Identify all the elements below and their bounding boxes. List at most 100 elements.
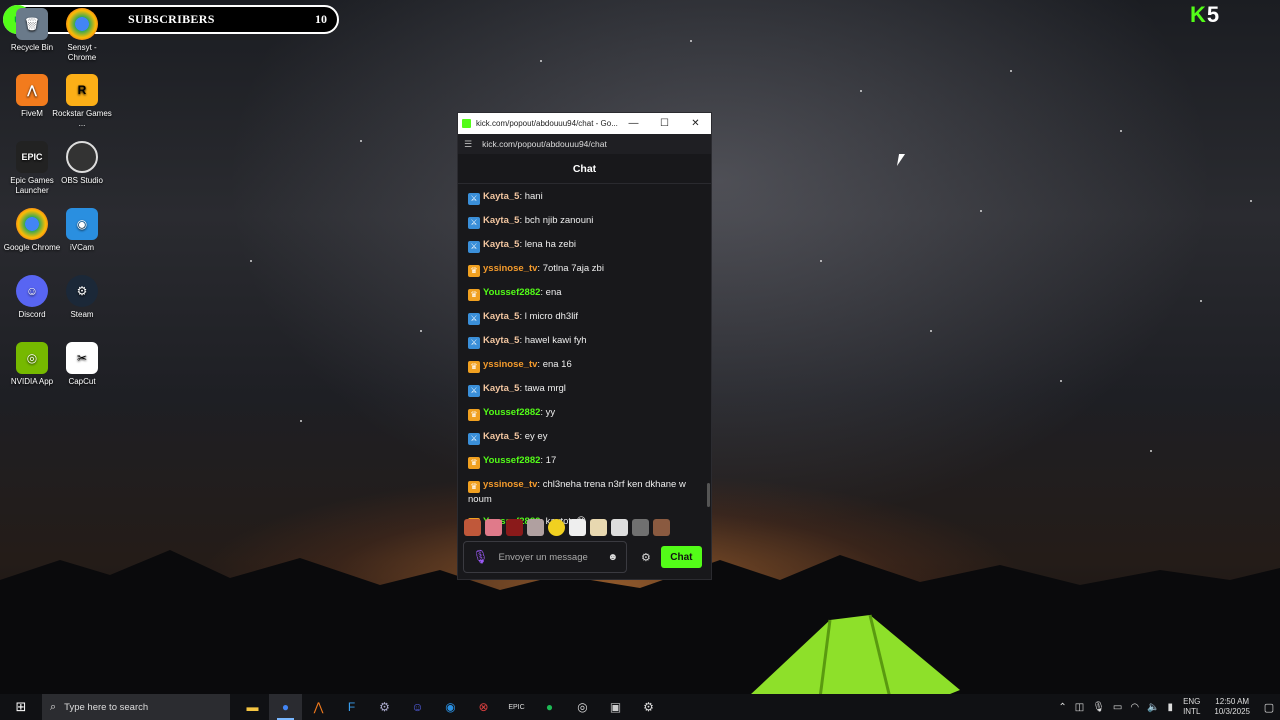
- moderator-badge-icon: ⚔: [468, 193, 480, 205]
- emote-icon[interactable]: [569, 519, 586, 536]
- emote-icon[interactable]: [464, 519, 481, 536]
- settings-taskbar-icon[interactable]: ⚙: [632, 694, 665, 720]
- taskbar-search[interactable]: ⌕ Type here to search: [42, 694, 230, 720]
- vip-crown-badge-icon: ♛: [468, 409, 480, 421]
- moderator-badge-icon: ⚔: [468, 217, 480, 229]
- microphone-icon[interactable]: 🎙: [472, 549, 489, 565]
- emote-icon[interactable]: [548, 519, 565, 536]
- search-icon: ⌕: [50, 700, 57, 713]
- desktop-icon-sensyt-chrome[interactable]: Sensyt - Chrome: [52, 8, 112, 63]
- maximize-icon[interactable]: ☐: [649, 118, 680, 129]
- epic-taskbar-icon[interactable]: EPIC: [500, 694, 533, 720]
- rockstar-taskbar-icon[interactable]: ⊗: [467, 694, 500, 720]
- desktop-icon-label: Sensyt - Chrome: [67, 43, 97, 62]
- obs-taskbar-icon[interactable]: ◎: [566, 694, 599, 720]
- microphone-tray-icon[interactable]: 🎙: [1092, 702, 1105, 713]
- emote-icon[interactable]: [653, 519, 670, 536]
- site-settings-icon[interactable]: ☰: [464, 139, 472, 150]
- mouse-cursor-icon: [896, 154, 912, 166]
- volume-icon[interactable]: 🔈: [1147, 702, 1159, 713]
- desktop-icon-label: FiveM: [21, 109, 43, 118]
- emote-icon[interactable]: [590, 519, 607, 536]
- url-text: kick.com/popout/abdouuu94/chat: [482, 139, 607, 149]
- chat-username[interactable]: Youssef2882: [483, 407, 540, 418]
- chat-scrollbar[interactable]: [707, 483, 710, 507]
- desktop-icon-label: Rockstar Games ...: [52, 109, 112, 128]
- frame-app-taskbar-icon[interactable]: F: [335, 694, 368, 720]
- chat-message-text: hawel kawi fyh: [524, 335, 587, 346]
- chat-username[interactable]: Youssef2882: [483, 287, 540, 298]
- notifications-icon[interactable]: ▢: [1258, 701, 1280, 714]
- chrome-taskbar-icon[interactable]: ●: [269, 694, 302, 720]
- file-explorer-icon[interactable]: ▬: [236, 694, 269, 720]
- app-taskbar-icon[interactable]: ▣: [599, 694, 632, 720]
- chat-message-text: 17: [545, 455, 557, 466]
- chat-username[interactable]: yssinose_tv: [483, 263, 537, 274]
- chat-username[interactable]: Kayta_5: [483, 215, 519, 226]
- desktop-icon-label: NVIDIA App: [10, 377, 54, 386]
- keyboard-layout: INTL: [1183, 707, 1201, 716]
- desktop-icon-capcut[interactable]: ✂ CapCut: [52, 342, 112, 387]
- chevron-up-icon[interactable]: ⌃: [1058, 702, 1066, 713]
- desktop-icon-steam[interactable]: ⚙ Steam: [52, 275, 112, 320]
- chat-username[interactable]: Kayta_5: [483, 335, 519, 346]
- desktop-icon-ivcam[interactable]: ◉ iVCam: [52, 208, 112, 253]
- steam-taskbar-icon[interactable]: ⚙: [368, 694, 401, 720]
- vip-crown-badge-icon: ♛: [468, 481, 480, 493]
- window-titlebar[interactable]: kick.com/popout/abdouuu94/chat - Go... —…: [458, 113, 711, 134]
- emote-icon[interactable]: [611, 519, 628, 536]
- clock[interactable]: 12:50 AM 10/3/2025: [1214, 697, 1250, 717]
- battery-icon[interactable]: ▮: [1168, 702, 1174, 713]
- desktop-icon-label: OBS Studio: [61, 176, 103, 185]
- chat-message: ♛ Youssef2882: yy: [468, 406, 701, 421]
- emote-icon[interactable]: [485, 519, 502, 536]
- kick-favicon-icon: [462, 119, 471, 128]
- chat-username[interactable]: Youssef2882: [483, 455, 540, 466]
- message-input[interactable]: 🎙 Envoyer un message ☻: [463, 541, 627, 573]
- chat-username[interactable]: Kayta_5: [483, 383, 519, 394]
- taskbar-search-placeholder: Type here to search: [64, 701, 149, 713]
- window-title: kick.com/popout/abdouuu94/chat - Go...: [476, 119, 618, 128]
- chat-message: ♛ yssinose_tv: ena 16: [468, 358, 701, 373]
- address-bar[interactable]: ☰ kick.com/popout/abdouuu94/chat: [458, 134, 711, 154]
- chat-message-text: tawa mrgl: [524, 383, 566, 394]
- chat-message-text: 7otlna 7aja zbi: [542, 263, 604, 274]
- windows-start-icon[interactable]: ⊞: [0, 694, 42, 720]
- chat-settings-icon[interactable]: ⚙: [641, 551, 651, 564]
- chat-message: ♛ Youssef2882: ena: [468, 286, 701, 301]
- wifi-icon[interactable]: ◠: [1130, 702, 1139, 713]
- nvidia-icon: ◎: [16, 342, 48, 374]
- emote-icon[interactable]: [527, 519, 544, 536]
- discord-taskbar-icon[interactable]: ☺: [401, 694, 434, 720]
- k5-logo: K5: [1190, 2, 1220, 28]
- display-icon[interactable]: ▭: [1113, 702, 1122, 713]
- desktop-icon-rockstar[interactable]: R Rockstar Games ...: [52, 74, 112, 129]
- desktop-icon-obs[interactable]: OBS Studio: [52, 141, 112, 186]
- chat-username[interactable]: yssinose_tv: [483, 479, 537, 490]
- fivem-taskbar-icon[interactable]: ⋀: [302, 694, 335, 720]
- send-chat-button[interactable]: Chat: [660, 546, 702, 568]
- input-language-indicator[interactable]: ENG INTL: [1183, 697, 1200, 717]
- camera-icon[interactable]: ◫: [1075, 702, 1084, 713]
- chat-username[interactable]: Kayta_5: [483, 239, 519, 250]
- chat-message: ⚔ Kayta_5: hani: [468, 190, 701, 205]
- chrome-icon: [66, 8, 98, 40]
- chat-username[interactable]: yssinose_tv: [483, 359, 537, 370]
- moderator-badge-icon: ⚔: [468, 337, 480, 349]
- chat-username[interactable]: Kayta_5: [483, 431, 519, 442]
- spotify-taskbar-icon[interactable]: ●: [533, 694, 566, 720]
- emote-icon[interactable]: [632, 519, 649, 536]
- chrome-icon: [16, 208, 48, 240]
- chat-message: ♛ yssinose_tv: chl3neha trena n3rf ken dk…: [468, 478, 701, 506]
- chat-username[interactable]: Kayta_5: [483, 311, 519, 322]
- close-icon[interactable]: ✕: [680, 118, 711, 129]
- emoji-picker-icon[interactable]: ☻: [607, 552, 618, 563]
- vip-crown-badge-icon: ♛: [468, 361, 480, 373]
- ivcam-taskbar-icon[interactable]: ◉: [434, 694, 467, 720]
- ivcam-icon: ◉: [66, 208, 98, 240]
- minimize-icon[interactable]: —: [618, 118, 649, 129]
- steam-icon: ⚙: [66, 275, 98, 307]
- chat-popout-window: kick.com/popout/abdouuu94/chat - Go... —…: [457, 112, 712, 580]
- emote-icon[interactable]: [506, 519, 523, 536]
- chat-username[interactable]: Kayta_5: [483, 191, 519, 202]
